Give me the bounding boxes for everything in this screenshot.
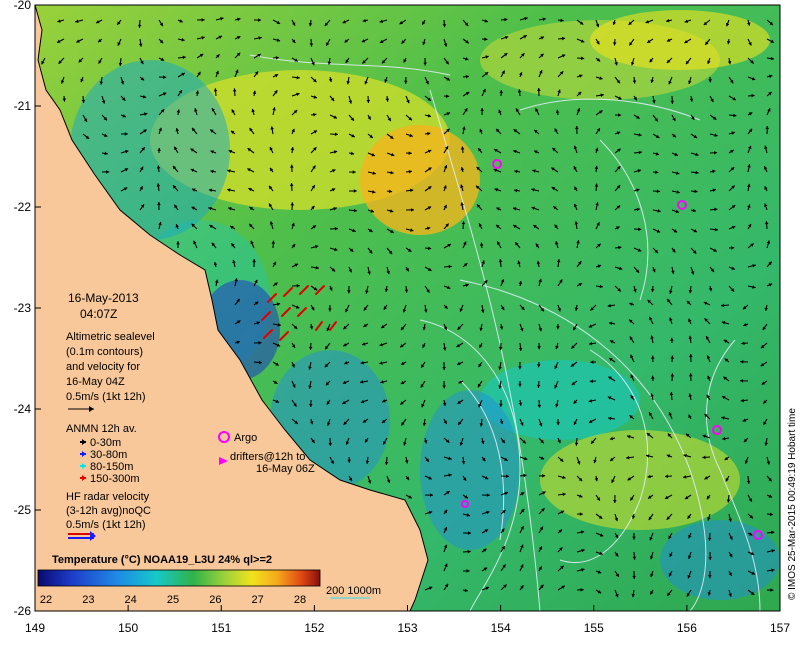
anmn-item-label: 30-80m [90, 449, 127, 461]
colorbar-tick-label: 28 [294, 594, 306, 606]
map-figure: 149 150 151 152 153 154 155 156 157 -20 -21 -22 -23… [0, 0, 800, 640]
hf-line-2: (3-12h avg)noQC [66, 505, 151, 517]
y-tick-label: -25 [14, 503, 32, 517]
bathymetry-label: 200 1000m [326, 585, 381, 597]
sst-map: 149 150 151 152 153 154 155 156 157 -20 -21 -22 -23… [0, 0, 800, 640]
argo-label: Argo [234, 432, 257, 444]
x-tick-label: 157 [770, 621, 790, 635]
x-tick-label: 149 [25, 621, 45, 635]
colorbar-tick-label: 26 [209, 594, 221, 606]
x-tick-label: 155 [584, 621, 604, 635]
anmn-item-label: 0-30m [90, 437, 121, 449]
y-tick-label: -21 [14, 99, 32, 113]
x-tick-label: 152 [304, 621, 324, 635]
anmn-item-label: 80-150m [90, 461, 133, 473]
x-tick-label: 151 [211, 621, 231, 635]
y-tick-label: -26 [14, 604, 32, 618]
colorbar-tick-label: 22 [40, 594, 52, 606]
altimetry-line-4: 16-May 04Z [66, 376, 125, 388]
drifters-line-2: 16-May 06Z [256, 463, 315, 475]
colorbar-tick-label: 24 [125, 594, 137, 606]
altimetry-scale: 0.5m/s (1kt 12h) [66, 391, 145, 403]
time-label: 04:07Z [80, 307, 117, 321]
altimetry-line-2: (0.1m contours) [66, 346, 143, 358]
drifters-line-1: drifters@12h to [230, 451, 305, 463]
y-tick-label: -23 [14, 301, 32, 315]
altimetry-line-3: and velocity for [66, 361, 140, 373]
colorbar-tick-label: 27 [252, 594, 264, 606]
y-tick-label: -24 [14, 402, 32, 416]
colorbar-tick-label: 25 [167, 594, 179, 606]
credit-text: © IMOS 25-Mar-2015 00:49:19 Hobart time [787, 408, 798, 600]
y-tick-label: -22 [14, 200, 32, 214]
x-tick-label: 153 [397, 621, 417, 635]
altimetry-line-1: Altimetric sealevel [66, 331, 155, 343]
hf-line-3: 0.5m/s (1kt 12h) [66, 519, 145, 531]
date-label: 16-May-2013 [68, 291, 139, 305]
x-tick-label: 156 [677, 621, 697, 635]
colorbar-ramp [38, 570, 320, 586]
x-tick-label: 150 [118, 621, 138, 635]
anmn-item-label: 150-300m [90, 473, 140, 485]
x-tick-label: 154 [491, 621, 511, 635]
colorbar-title: Temperature (°C) NOAA19_L3U 24% ql>=2 [52, 554, 272, 566]
anmn-title: ANMN 12h av. [66, 423, 137, 435]
y-tick-label: -20 [14, 0, 32, 12]
colorbar-tick-label: 23 [82, 594, 94, 606]
hf-line-1: HF radar velocity [66, 491, 150, 503]
